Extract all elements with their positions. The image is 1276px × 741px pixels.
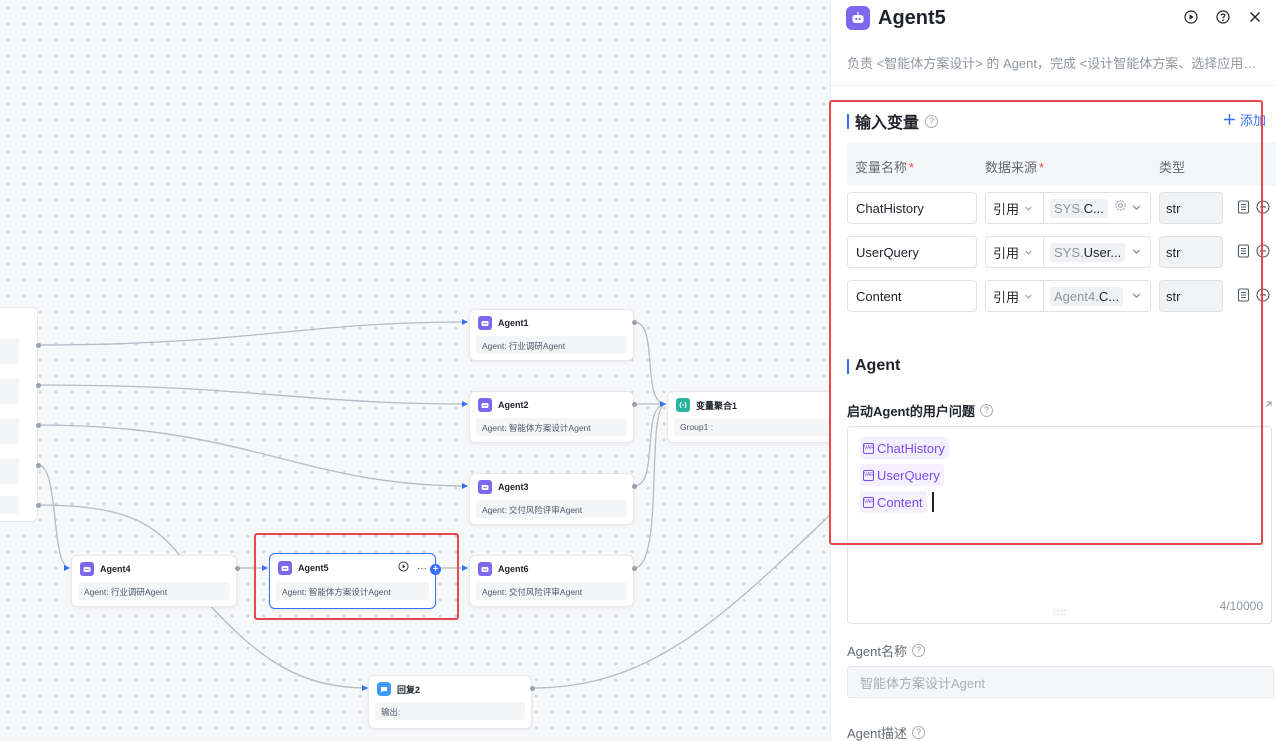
- port[interactable]: [632, 566, 637, 571]
- port[interactable]: [632, 484, 637, 489]
- agent-description[interactable]: 负责 <智能体方案设计> 的 Agent，完成 <设计智能体方案、选择应用模式、…: [847, 53, 1269, 72]
- edge-agent6-merge: [633, 403, 667, 569]
- node-body: Agent: 行业调研Agent: [78, 582, 230, 600]
- arrow-agent3: [462, 483, 468, 489]
- node-body: Agent: 交付风险评审Agent: [476, 582, 627, 600]
- start-slot: [0, 378, 19, 404]
- edge-start-agent1: [37, 321, 469, 346]
- arrow-agent2: [462, 401, 468, 407]
- port[interactable]: [36, 343, 41, 348]
- port[interactable]: [235, 566, 240, 571]
- node-body: Agent: 行业调研Agent: [476, 336, 627, 354]
- edge-agent1-merge: [633, 321, 667, 405]
- edge-layer: [37, 319, 830, 691]
- highlight-box-panel: [829, 100, 1263, 545]
- agent-icon: [478, 316, 492, 330]
- node-agent6[interactable]: Agent6 Agent: 交付风险评审Agent: [469, 555, 634, 607]
- node-body: Group1 :: [674, 418, 830, 436]
- node-agent3[interactable]: Agent3 Agent: 交付风险评审Agent: [469, 473, 634, 525]
- node-body: 输出:: [375, 702, 525, 720]
- agent-desc-label: Agent描述 ?: [847, 723, 925, 741]
- node-title: Agent3: [498, 482, 529, 492]
- agent-icon: [478, 398, 492, 412]
- agent-icon: [478, 562, 492, 576]
- port[interactable]: [632, 320, 637, 325]
- node-title: 回复2: [397, 684, 421, 695]
- start-slot: [0, 496, 19, 514]
- agent-logo-icon: [846, 6, 870, 30]
- agent-name-label: Agent名称 ?: [847, 641, 925, 660]
- edge-start-agent4: [37, 464, 71, 569]
- node-title: Agent1: [498, 318, 529, 328]
- arrow-agent4: [64, 565, 70, 571]
- node-variable-merge[interactable]: 变量聚合1 Group1 :: [667, 391, 830, 443]
- agent-icon: [478, 480, 492, 494]
- node-title: Agent4: [100, 564, 131, 574]
- node-body: Agent: 智能体方案设计Agent: [476, 418, 627, 436]
- highlight-box-node: [254, 533, 459, 620]
- arrow-agent1: [462, 319, 468, 325]
- edge-start-agent3: [37, 424, 469, 487]
- panel-title: Agent5: [878, 6, 946, 29]
- start-slot: [0, 418, 19, 444]
- agent-name-input[interactable]: 智能体方案设计Agent: [847, 666, 1274, 698]
- char-counter: 4/10000: [1219, 599, 1263, 613]
- help-icon[interactable]: [1216, 10, 1230, 24]
- node-body: Agent: 交付风险评审Agent: [476, 500, 627, 518]
- node-reply[interactable]: 回复2 输出:: [368, 675, 532, 729]
- port[interactable]: [36, 503, 41, 508]
- port[interactable]: [36, 463, 41, 468]
- node-agent2[interactable]: Agent2 Agent: 智能体方案设计Agent: [469, 391, 634, 443]
- port[interactable]: [36, 423, 41, 428]
- node-title: 变量聚合1: [696, 400, 738, 411]
- close-icon[interactable]: [1248, 10, 1262, 24]
- run-icon[interactable]: [1184, 10, 1198, 24]
- edge-start-agent2: [37, 384, 469, 405]
- start-slot: [0, 338, 19, 364]
- start-node[interactable]: [0, 307, 38, 522]
- merge-icon: [676, 398, 690, 412]
- node-title: Agent6: [498, 564, 529, 574]
- node-agent4[interactable]: Agent4 Agent: 行业调研Agent: [71, 555, 237, 607]
- resize-grip-icon[interactable]: ::::: [1053, 607, 1067, 617]
- port[interactable]: [632, 402, 637, 407]
- reply-icon: [377, 682, 391, 696]
- divider: [831, 85, 1276, 86]
- port[interactable]: [530, 686, 535, 691]
- edge-agent3-merge: [633, 403, 667, 487]
- help-icon[interactable]: ?: [911, 726, 925, 739]
- node-title: Agent2: [498, 400, 529, 410]
- start-slot: [0, 458, 19, 484]
- help-icon[interactable]: ?: [911, 644, 925, 657]
- port[interactable]: [36, 383, 41, 388]
- node-agent1[interactable]: Agent1 Agent: 行业调研Agent: [469, 309, 634, 361]
- arrow-agent6: [462, 565, 468, 571]
- agent-icon: [80, 562, 94, 576]
- workflow-canvas[interactable]: Agent1 Agent: 行业调研Agent Agent2 Agent: 智能…: [0, 0, 830, 741]
